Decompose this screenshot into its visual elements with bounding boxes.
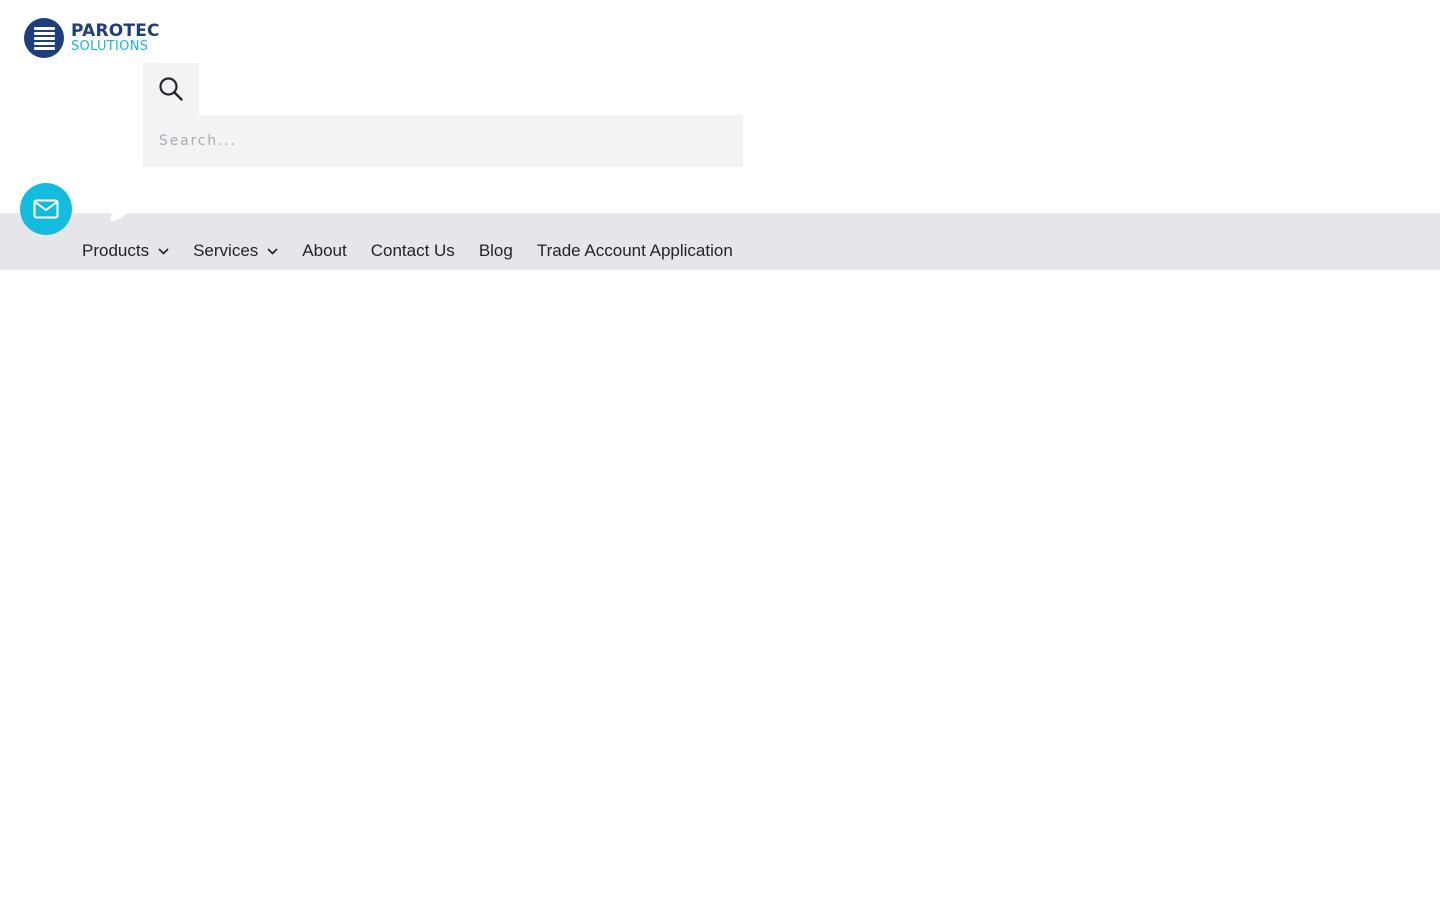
decorative-shape-icon <box>110 206 137 222</box>
nav-item-about[interactable]: About <box>302 240 346 262</box>
mail-icon <box>33 199 59 219</box>
nav-item-contact-us[interactable]: Contact Us <box>371 240 455 262</box>
logo-name-line2: SOLUTIONS <box>71 39 149 54</box>
logo-text: PAROTEC SOLUTIONS <box>71 21 160 54</box>
logo-mark-icon <box>24 18 64 58</box>
nav-item-products[interactable]: Products <box>82 240 169 262</box>
nav-item-services[interactable]: Services <box>193 240 278 262</box>
search-icon <box>159 77 183 101</box>
logo-name-line1: PAROTEC <box>71 21 160 41</box>
nav-item-blog[interactable]: Blog <box>479 240 513 262</box>
nav-item-trade-account-application[interactable]: Trade Account Application <box>537 240 733 262</box>
chevron-down-icon <box>267 247 278 255</box>
nav-item-label: Products <box>82 241 150 260</box>
nav-item-label: Contact Us <box>370 241 455 260</box>
search-toggle-button[interactable] <box>143 63 199 115</box>
email-contact-button[interactable] <box>20 183 72 235</box>
nav-item-label: Trade Account Application <box>536 241 733 260</box>
primary-navigation: Products Services About Contact Us Blog … <box>82 240 757 262</box>
nav-item-label: About <box>302 241 347 260</box>
search-input[interactable] <box>143 115 743 167</box>
chevron-down-icon <box>158 247 169 255</box>
nav-item-label: Services <box>193 241 259 260</box>
nav-item-label: Blog <box>478 241 513 260</box>
site-logo[interactable]: PAROTEC SOLUTIONS <box>24 18 160 58</box>
